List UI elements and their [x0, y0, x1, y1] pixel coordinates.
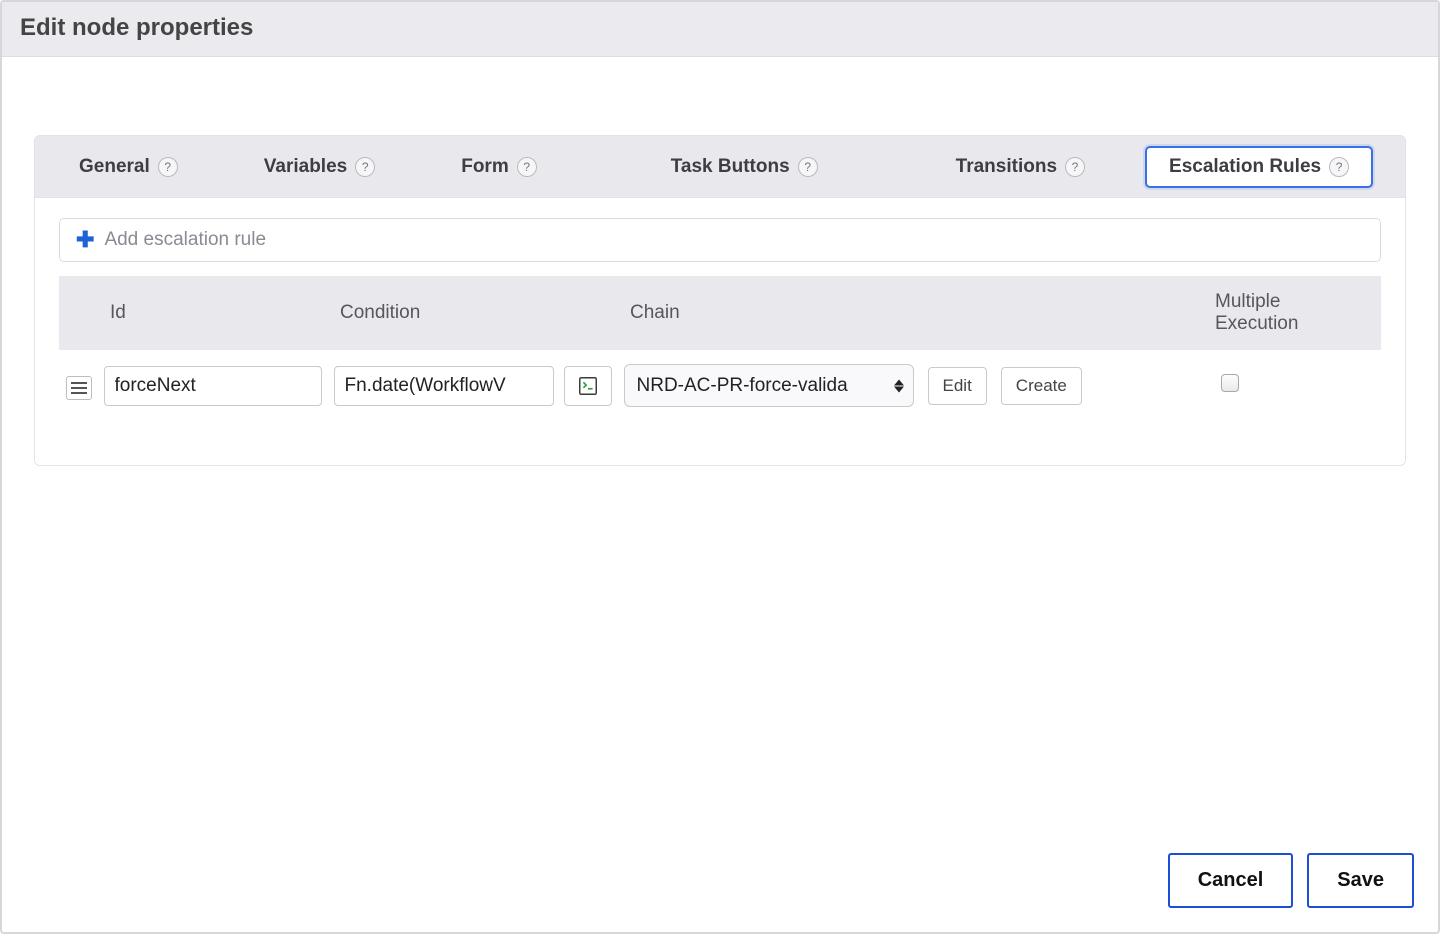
tab-form-label: Form	[461, 156, 509, 178]
rule-condition-input[interactable]	[334, 366, 554, 406]
escalation-rules-panel: ✚ Add escalation rule Id	[35, 198, 1405, 465]
col-header-condition: Condition	[328, 277, 618, 350]
drag-handle-icon[interactable]	[66, 376, 92, 400]
tab-escalation-rules-label: Escalation Rules	[1169, 156, 1321, 178]
add-escalation-rule-button[interactable]: ✚ Add escalation rule	[59, 218, 1381, 262]
rule-id-input[interactable]	[104, 366, 322, 406]
table-row: NRD-AC-PR-force-valida Edit Create	[60, 350, 1381, 422]
dialog-title: Edit node properties	[20, 14, 1420, 42]
plus-icon: ✚	[76, 229, 94, 251]
col-header-chain: Chain	[618, 277, 1203, 350]
tab-escalation-rules[interactable]: Escalation Rules ?	[1145, 146, 1373, 188]
tab-variables-label: Variables	[264, 156, 347, 178]
escalation-rules-table: Id Condition Chain Multiple Execution	[59, 276, 1381, 421]
chain-edit-button[interactable]: Edit	[928, 367, 987, 405]
dialog-footer: Cancel Save	[1168, 853, 1414, 908]
tab-transitions-label: Transitions	[956, 156, 1057, 178]
tab-general-label: General	[79, 156, 150, 178]
chain-create-button[interactable]: Create	[1001, 367, 1082, 405]
add-escalation-rule-label: Add escalation rule	[104, 229, 266, 251]
dialog-window: Edit node properties General ? Variables…	[0, 0, 1440, 934]
rule-chain-select[interactable]: NRD-AC-PR-force-valida	[624, 364, 914, 407]
help-icon[interactable]: ?	[798, 157, 818, 177]
condition-editor-button[interactable]	[564, 366, 612, 406]
tab-strip: General ? Variables ? Form ? Task Button…	[35, 136, 1405, 198]
tab-general[interactable]: General ?	[57, 148, 200, 186]
col-header-id: Id	[98, 277, 328, 350]
table-header-row: Id Condition Chain Multiple Execution	[60, 277, 1381, 350]
tab-task-buttons-label: Task Buttons	[671, 156, 790, 178]
tab-variables[interactable]: Variables ?	[242, 148, 397, 186]
help-icon[interactable]: ?	[1329, 157, 1349, 177]
tab-task-buttons[interactable]: Task Buttons ?	[649, 148, 840, 186]
dialog-title-bar: Edit node properties	[2, 2, 1438, 57]
help-icon[interactable]: ?	[158, 157, 178, 177]
save-button[interactable]: Save	[1307, 853, 1414, 908]
dialog-body: General ? Variables ? Form ? Task Button…	[2, 57, 1438, 932]
tab-form[interactable]: Form ?	[439, 148, 559, 186]
help-icon[interactable]: ?	[1065, 157, 1085, 177]
tab-transitions[interactable]: Transitions ?	[934, 148, 1107, 186]
cancel-button[interactable]: Cancel	[1168, 853, 1294, 908]
multiple-execution-checkbox[interactable]	[1221, 374, 1239, 392]
script-icon	[577, 375, 599, 397]
col-header-multiple-execution: Multiple Execution	[1203, 277, 1381, 350]
help-icon[interactable]: ?	[355, 157, 375, 177]
help-icon[interactable]: ?	[517, 157, 537, 177]
tabs-panel: General ? Variables ? Form ? Task Button…	[34, 135, 1406, 466]
